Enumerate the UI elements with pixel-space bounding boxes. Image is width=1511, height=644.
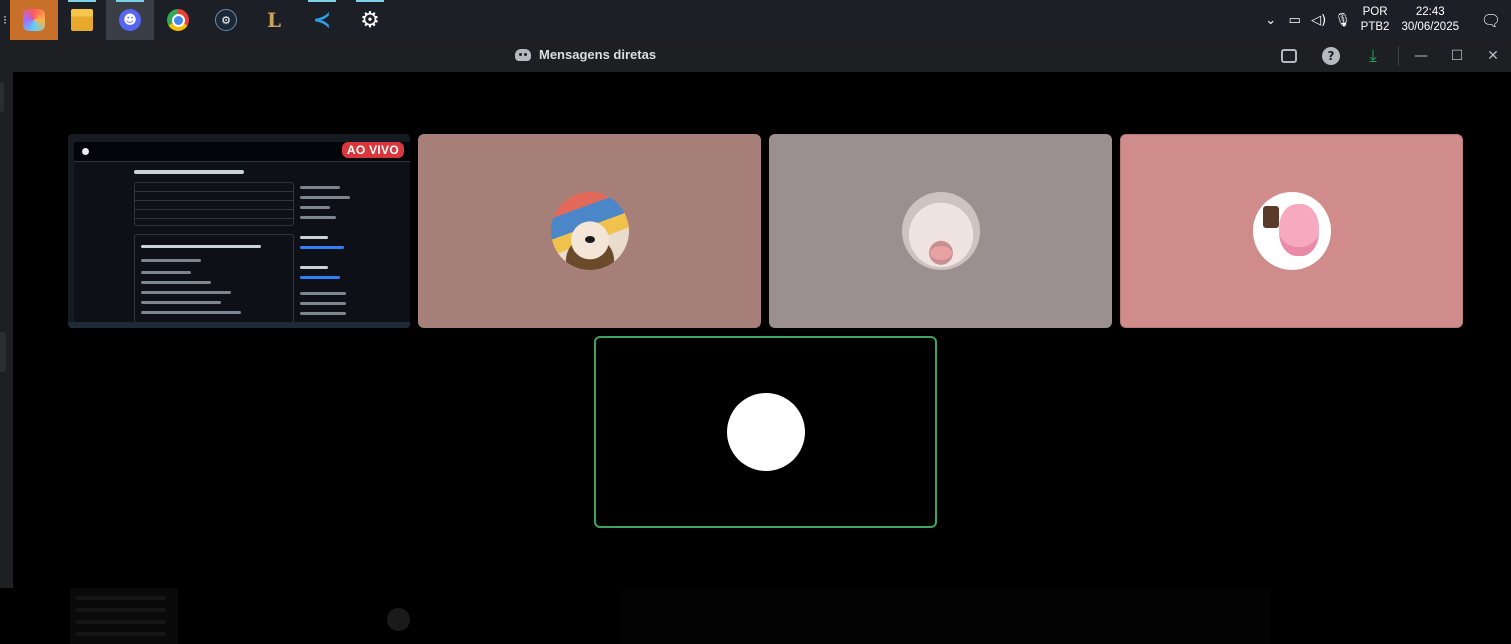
github-icon <box>82 148 89 155</box>
faded-avatar <box>387 608 410 631</box>
taskbar-steam-button[interactable]: ⚙ <box>202 0 250 40</box>
taskbar-overflow-handle[interactable]: ⁝ <box>0 0 10 40</box>
collapsed-sidebar <box>0 72 13 588</box>
inbox-icon <box>1281 49 1297 63</box>
notification-center-icon[interactable]: 🗨 <box>1471 0 1511 40</box>
cartoon-pig-avatar <box>1252 192 1331 270</box>
taskbar-file-explorer-button[interactable] <box>58 0 106 40</box>
discord-icon: ☻ <box>119 9 141 31</box>
stream-about-panel <box>300 182 360 322</box>
running-indicator <box>356 0 384 2</box>
taskbar-vscode-button[interactable]: ≺ <box>298 0 346 40</box>
faded-call-controls <box>620 588 1270 644</box>
taskbar-league-button[interactable]: L <box>250 0 298 40</box>
taskbar-discord-button[interactable]: ☻ <box>106 0 154 40</box>
taskbar-copilot-button[interactable] <box>10 0 58 40</box>
close-icon: ✕ <box>1487 48 1499 64</box>
taskbar-chrome-button[interactable] <box>154 0 202 40</box>
pig-avatar <box>901 192 980 270</box>
dog-avatar <box>550 192 629 270</box>
discord-titlebar: Mensagens diretas ? ⤓ — ☐ ✕ <box>0 40 1511 72</box>
stream-taskbar <box>68 322 410 328</box>
participant-tile[interactable] <box>769 134 1112 328</box>
stream-file-list <box>134 182 294 226</box>
copilot-icon <box>23 9 45 31</box>
clock-date: 30/06/2025 <box>1401 21 1459 33</box>
maximize-button[interactable]: ☐ <box>1439 40 1475 72</box>
blank-avatar <box>726 393 805 471</box>
window-title-text: Mensagens diretas <box>539 47 657 62</box>
running-indicator <box>116 0 144 2</box>
help-icon: ? <box>1322 47 1340 65</box>
network-icon[interactable]: ▭ <box>1283 0 1307 40</box>
screen-share-tile[interactable]: AO VIVO <box>68 134 410 328</box>
window-title: Mensagens diretas <box>515 47 656 62</box>
clock[interactable]: 22:43 30/06/2025 <box>1401 5 1459 35</box>
input-language[interactable]: POR PTB2 <box>1361 5 1390 35</box>
live-badge: AO VIVO <box>341 142 404 158</box>
steam-icon: ⚙ <box>215 9 237 31</box>
gear-icon: ⚙ <box>360 7 380 33</box>
stream-sidebar <box>68 142 74 328</box>
running-indicator <box>308 0 336 2</box>
minimize-icon: — <box>1414 48 1428 64</box>
call-controls-area <box>0 588 1511 644</box>
minimize-button[interactable]: — <box>1403 40 1439 72</box>
download-update-button[interactable]: ⤓ <box>1352 40 1394 72</box>
keyboard-layout: PTB2 <box>1360 21 1390 33</box>
participant-tile[interactable] <box>1120 134 1463 328</box>
chrome-icon <box>167 9 189 31</box>
taskbar-settings-button[interactable]: ⚙ <box>346 0 394 40</box>
system-tray: ⌄ ▭ ◁) 🎙 POR PTB2 22:43 30/06/2025 🗨 <box>1259 0 1511 40</box>
inbox-button[interactable] <box>1268 40 1310 72</box>
speaking-participant-tile[interactable] <box>594 336 937 528</box>
chevron-up-icon[interactable]: ⌄ <box>1259 0 1283 40</box>
stream-repo-title <box>134 170 244 174</box>
sidebar-handle[interactable] <box>0 332 6 372</box>
folder-icon <box>71 9 93 31</box>
participant-tile[interactable] <box>418 134 761 328</box>
league-icon: L <box>266 8 282 32</box>
titlebar-actions: ? ⤓ — ☐ ✕ <box>1268 40 1511 72</box>
microphone-icon[interactable]: 🎙 <box>1331 0 1355 40</box>
volume-icon[interactable]: ◁) <box>1307 0 1331 40</box>
help-button[interactable]: ? <box>1310 40 1352 72</box>
faded-user-panel <box>70 588 178 644</box>
maximize-icon: ☐ <box>1450 48 1464 64</box>
stream-browser-tabs <box>68 134 410 142</box>
close-button[interactable]: ✕ <box>1475 40 1511 72</box>
language-code: POR <box>1362 6 1388 18</box>
screen: ⁝ ☻ ⚙ L ≺ ⚙ ⌄ ▭ ◁) 🎙 POR PTB2 22:43 30/0… <box>0 0 1511 644</box>
stream-readme <box>134 234 294 324</box>
vscode-icon: ≺ <box>312 7 332 33</box>
windows-taskbar: ⁝ ☻ ⚙ L ≺ ⚙ ⌄ ▭ ◁) 🎙 POR PTB2 22:43 30/0… <box>0 0 1511 40</box>
sidebar-handle[interactable] <box>0 82 4 112</box>
divider <box>1398 46 1399 66</box>
download-icon: ⤓ <box>1369 46 1377 66</box>
discord-logo-icon <box>515 48 531 61</box>
running-indicator <box>68 0 96 2</box>
clock-time: 22:43 <box>1415 6 1445 18</box>
